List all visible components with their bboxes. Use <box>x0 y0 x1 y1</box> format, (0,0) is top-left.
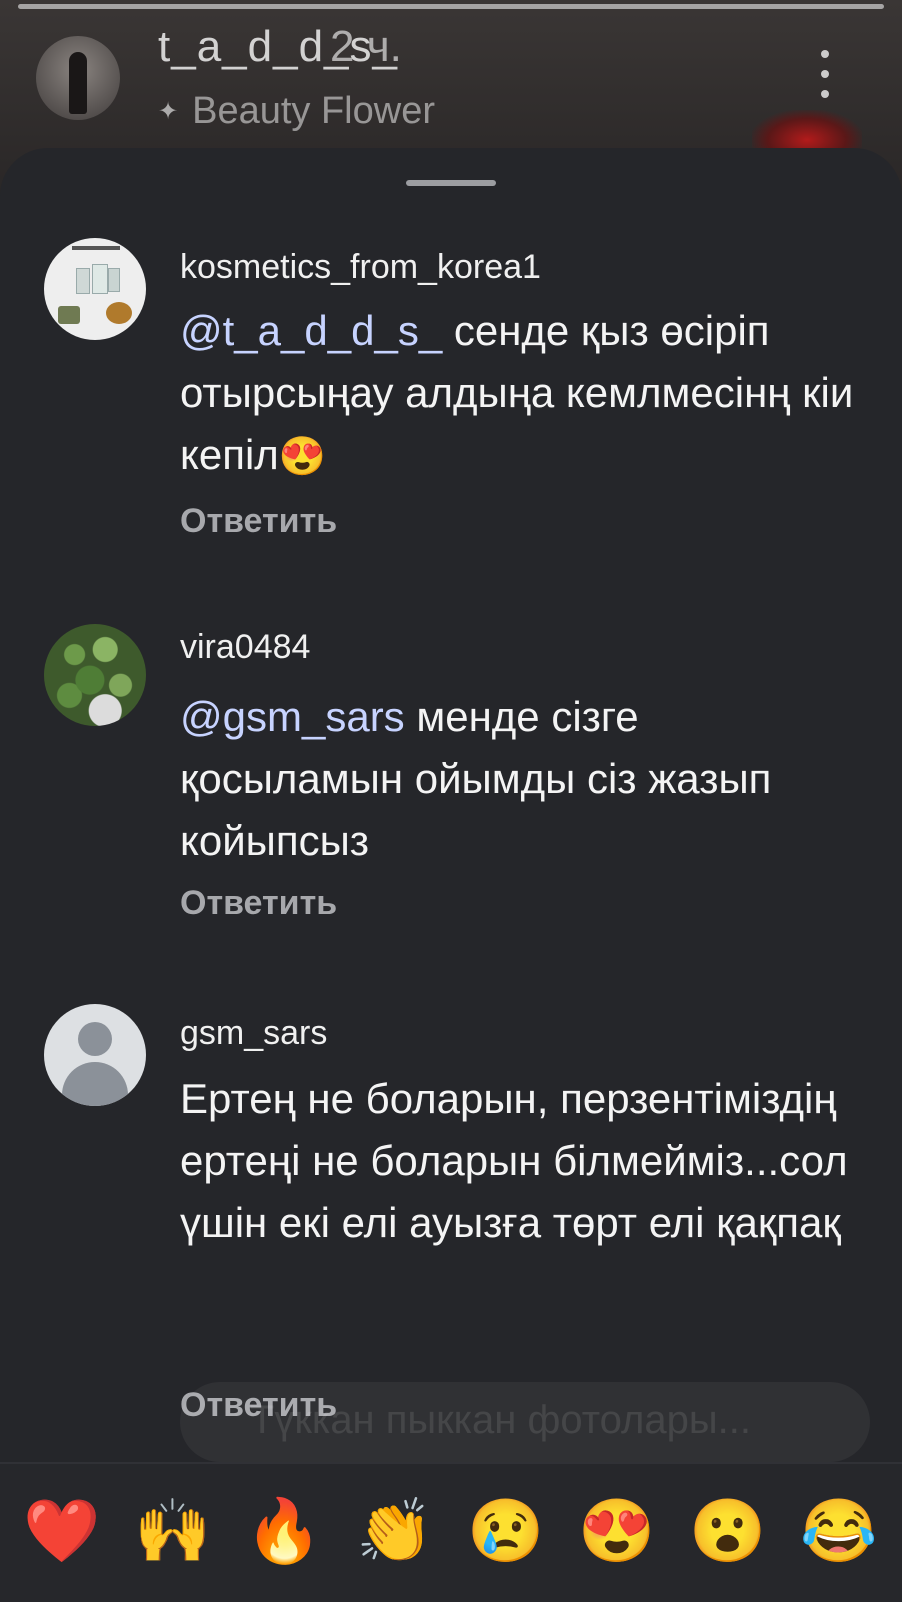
ghost-input-text: Tүккан пыккан фотолары... <box>250 1398 751 1442</box>
story-music[interactable]: ✦ Beauty Flower <box>158 90 435 133</box>
comment-text: Ертең не боларын, перзентіміздің ертеңі … <box>180 1068 870 1254</box>
comment-mention[interactable]: @gsm_sars <box>180 693 405 740</box>
commenter-avatar[interactable] <box>44 1004 146 1106</box>
more-options-icon[interactable] <box>820 50 830 98</box>
raised-hands-emoji-reaction[interactable]: 🙌 <box>133 1492 213 1572</box>
commenter-avatar[interactable] <box>44 624 146 726</box>
comment-username[interactable]: kosmetics_from_korea1 <box>180 248 541 287</box>
reply-button[interactable]: Ответить <box>180 502 337 541</box>
laughing-emoji-reaction[interactable]: 😂 <box>799 1492 879 1572</box>
music-title: Beauty Flower <box>192 90 435 132</box>
comment-username[interactable]: vira0484 <box>180 628 310 667</box>
surprised-emoji-reaction[interactable]: 😮 <box>688 1492 768 1572</box>
comment-text: @t_a_d_d_s_ сенде қыз өсіріп отырсыңау а… <box>180 300 870 488</box>
comment-text: @gsm_sars менде сізге қосыламын ойымды с… <box>180 686 870 872</box>
commenter-avatar[interactable] <box>44 238 146 340</box>
reaction-bar: ❤️ 🙌 🔥 👏 😢 😍 😮 😂 <box>0 1462 902 1602</box>
sparkle-icon: ✦ <box>158 98 179 125</box>
heart-eyes-emoji-reaction[interactable]: 😍 <box>577 1492 657 1572</box>
crying-emoji-reaction[interactable]: 😢 <box>466 1492 546 1572</box>
comment-username[interactable]: gsm_sars <box>180 1014 327 1053</box>
heart-eyes-emoji: 😍 <box>278 436 327 478</box>
story-time: 2 ч. <box>330 22 402 71</box>
fire-emoji-reaction[interactable]: 🔥 <box>244 1492 324 1572</box>
sheet-drag-handle[interactable] <box>406 180 496 186</box>
comment-body: Ертең не боларын, перзентіміздің ертеңі … <box>180 1075 848 1246</box>
clapping-emoji-reaction[interactable]: 👏 <box>355 1492 435 1572</box>
story-header: t_a_d_d_s_ 2 ч. ✦ Beauty Flower <box>0 0 902 150</box>
story-author-avatar[interactable] <box>36 36 120 120</box>
reply-button[interactable]: Ответить <box>180 884 337 923</box>
comment-mention[interactable]: @t_a_d_d_s_ <box>180 307 442 354</box>
avatar-figure <box>69 52 87 114</box>
heart-emoji-reaction[interactable]: ❤️ <box>22 1492 102 1572</box>
